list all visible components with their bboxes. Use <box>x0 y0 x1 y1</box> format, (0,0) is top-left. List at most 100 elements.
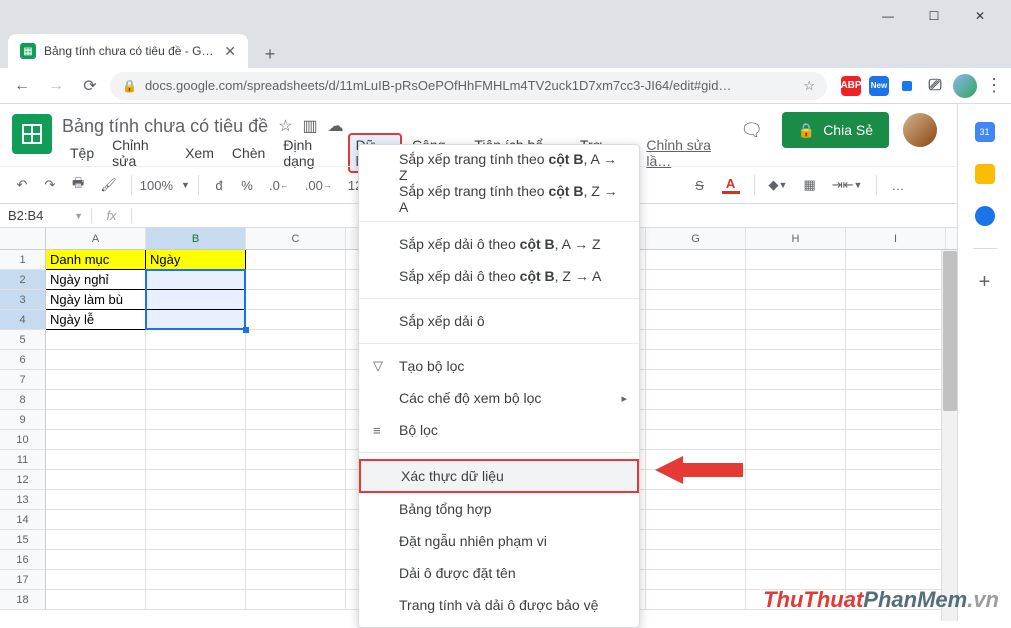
extension-new-icon[interactable]: New <box>869 76 889 96</box>
column-header[interactable]: B <box>146 228 246 249</box>
cell[interactable] <box>146 410 246 430</box>
menu-named-ranges[interactable]: Dải ô được đặt tên <box>359 557 639 589</box>
cell[interactable] <box>846 410 946 430</box>
menu-sort-range-az[interactable]: Sắp xếp dải ô theo cột B, A → Z <box>359 228 639 260</box>
cell[interactable] <box>146 310 246 330</box>
row-header[interactable]: 9 <box>0 410 46 430</box>
cell[interactable] <box>746 370 846 390</box>
format-currency-button[interactable]: đ <box>207 174 231 197</box>
cell[interactable] <box>846 390 946 410</box>
row-header[interactable]: 18 <box>0 590 46 610</box>
cell[interactable] <box>846 430 946 450</box>
menu-data-validation[interactable]: Xác thực dữ liệu <box>359 459 639 493</box>
cell[interactable] <box>46 530 146 550</box>
cell[interactable] <box>246 490 346 510</box>
cell[interactable] <box>146 570 246 590</box>
column-header[interactable]: G <box>646 228 746 249</box>
cell[interactable] <box>46 370 146 390</box>
cell[interactable] <box>846 550 946 570</box>
cell[interactable] <box>646 270 746 290</box>
cell[interactable] <box>246 430 346 450</box>
cell[interactable] <box>746 550 846 570</box>
name-box[interactable]: B2:B4▼ <box>0 208 92 223</box>
cell[interactable] <box>246 530 346 550</box>
selection-handle[interactable] <box>243 327 249 333</box>
column-header[interactable]: I <box>846 228 946 249</box>
more-toolbar-button[interactable]: … <box>885 174 910 197</box>
cell[interactable] <box>246 270 346 290</box>
window-close-button[interactable]: ✕ <box>957 0 1003 32</box>
cell[interactable] <box>646 530 746 550</box>
window-maximize-button[interactable]: ☐ <box>911 0 957 32</box>
comments-button[interactable]: 🗨 <box>736 114 768 146</box>
cell[interactable] <box>646 310 746 330</box>
new-tab-button[interactable]: + <box>256 40 284 68</box>
cell[interactable] <box>46 350 146 370</box>
cell[interactable] <box>146 430 246 450</box>
cell[interactable] <box>746 510 846 530</box>
menu-insert[interactable]: Chèn <box>224 141 273 165</box>
profile-avatar[interactable] <box>953 74 977 98</box>
cell[interactable] <box>246 350 346 370</box>
cell[interactable] <box>246 250 346 270</box>
cell[interactable] <box>746 250 846 270</box>
cell[interactable] <box>146 510 246 530</box>
cell[interactable] <box>46 390 146 410</box>
cell[interactable] <box>746 350 846 370</box>
cell[interactable] <box>646 350 746 370</box>
cell[interactable] <box>246 390 346 410</box>
cell[interactable] <box>746 410 846 430</box>
keep-addon-icon[interactable] <box>975 164 995 184</box>
strikethrough-button[interactable]: S <box>688 174 712 197</box>
cell[interactable] <box>146 530 246 550</box>
row-header[interactable]: 16 <box>0 550 46 570</box>
menu-view[interactable]: Xem <box>177 141 222 165</box>
cell[interactable] <box>846 470 946 490</box>
cell[interactable] <box>246 310 346 330</box>
tasks-addon-icon[interactable] <box>975 206 995 226</box>
cell[interactable] <box>246 410 346 430</box>
cell[interactable] <box>46 570 146 590</box>
menu-sort-range[interactable]: Sắp xếp dải ô <box>359 305 639 337</box>
row-header[interactable]: 8 <box>0 390 46 410</box>
cell[interactable] <box>246 550 346 570</box>
nav-reload-button[interactable]: ⟳ <box>76 72 104 100</box>
cell[interactable] <box>146 390 246 410</box>
cell[interactable] <box>646 250 746 270</box>
cell[interactable] <box>846 510 946 530</box>
row-header[interactable]: 13 <box>0 490 46 510</box>
cell[interactable] <box>146 590 246 610</box>
cell[interactable] <box>846 490 946 510</box>
cell[interactable] <box>246 330 346 350</box>
cell[interactable] <box>46 410 146 430</box>
cell[interactable] <box>146 270 246 290</box>
menu-sort-range-za[interactable]: Sắp xếp dải ô theo cột B, Z → A <box>359 260 639 292</box>
cell[interactable] <box>746 390 846 410</box>
zoom-select[interactable]: 100%▼ <box>140 178 190 193</box>
cell[interactable]: Ngày <box>146 250 246 270</box>
decrease-decimal-button[interactable]: .0← <box>263 174 295 197</box>
menu-protected[interactable]: Trang tính và dải ô được bảo vệ <box>359 589 639 621</box>
menu-file[interactable]: Tệp <box>62 141 102 165</box>
cell[interactable]: Danh mục <box>46 250 146 270</box>
cell[interactable] <box>846 350 946 370</box>
menu-randomize-range[interactable]: Đặt ngẫu nhiên phạm vi <box>359 525 639 557</box>
extension-abp-icon[interactable]: ABP <box>841 76 861 96</box>
cell[interactable] <box>46 470 146 490</box>
calendar-addon-icon[interactable] <box>975 122 995 142</box>
cell[interactable] <box>846 330 946 350</box>
print-button[interactable]: 🖶 <box>66 170 90 200</box>
cell[interactable] <box>646 290 746 310</box>
cell[interactable] <box>246 450 346 470</box>
cell[interactable] <box>646 410 746 430</box>
window-minimize-button[interactable]: — <box>865 0 911 32</box>
cell[interactable] <box>846 310 946 330</box>
cell[interactable] <box>146 370 246 390</box>
cell[interactable] <box>246 510 346 530</box>
row-header[interactable]: 15 <box>0 530 46 550</box>
borders-button[interactable]: ▦ <box>797 173 821 197</box>
cell[interactable]: Ngày nghỉ <box>46 270 146 290</box>
column-header[interactable]: H <box>746 228 846 249</box>
tab-close-icon[interactable]: ✕ <box>224 43 236 60</box>
undo-button[interactable]: ↶ <box>10 173 34 197</box>
